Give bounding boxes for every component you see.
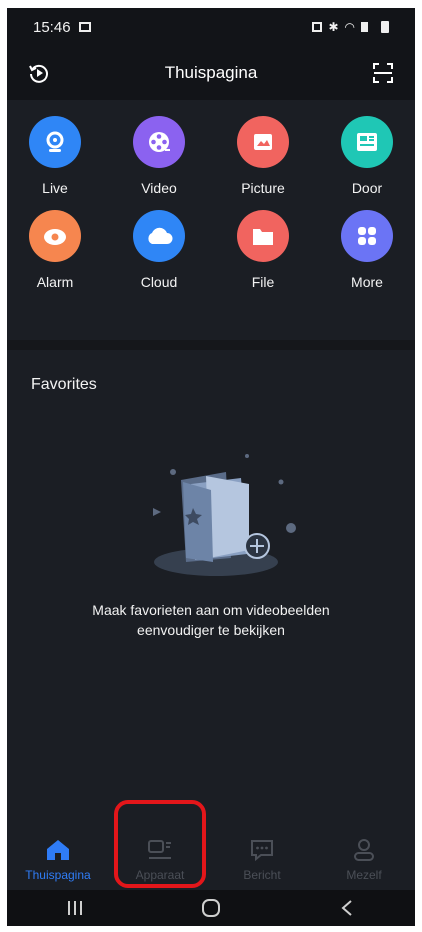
grid-label: Picture xyxy=(241,180,285,196)
grid-item-picture[interactable]: Picture xyxy=(211,116,315,196)
tab-thuispagina[interactable]: Thuispagina xyxy=(7,828,109,890)
playback-icon[interactable] xyxy=(27,61,51,85)
favorites-section: Favorites Maak favorieten aan om videobe… xyxy=(7,350,415,835)
film-reel-icon xyxy=(133,116,185,168)
grid-item-live[interactable]: Live xyxy=(7,116,107,196)
scan-icon[interactable] xyxy=(371,61,395,85)
gallery-notification-icon xyxy=(78,22,91,32)
tab-label: Bericht xyxy=(243,868,281,882)
empty-state-line-1: Maak favorieten aan om videobeelden xyxy=(92,602,330,618)
grid-item-more[interactable]: More xyxy=(315,210,415,290)
wifi-icon: ◠ xyxy=(344,20,355,34)
home-button-icon[interactable] xyxy=(196,898,226,918)
page-title: Thuispagina xyxy=(164,63,258,82)
grid-label: Alarm xyxy=(36,274,74,290)
camera-icon xyxy=(29,116,81,168)
folder-icon xyxy=(237,210,289,262)
grid-item-cloud[interactable]: Cloud xyxy=(107,210,211,290)
alarm-icon xyxy=(29,210,81,262)
tab-mezelf[interactable]: Mezelf xyxy=(313,828,415,890)
status-time: 15:46 xyxy=(33,18,71,36)
highlight-annotation xyxy=(114,800,206,888)
signal-icon xyxy=(361,22,375,32)
tab-label: Thuispagina xyxy=(25,868,91,882)
favorites-title: Favorites xyxy=(31,376,97,393)
grid-item-video[interactable]: Video xyxy=(107,116,211,196)
empty-state-line-2: eenvoudiger te bekijken xyxy=(137,622,285,638)
grid-label: Video xyxy=(141,180,177,196)
message-icon xyxy=(251,840,273,862)
grid-label: More xyxy=(351,274,383,290)
grid-label: Live xyxy=(42,180,68,196)
function-grid: Live Video Picture Door Alarm Cloud File… xyxy=(7,100,415,340)
intercom-icon xyxy=(341,116,393,168)
recent-apps-icon[interactable] xyxy=(60,898,90,918)
phone-screen: 15:46 ✱ ◠ Thuispagina Live Video Picture… xyxy=(7,8,415,926)
battery-icon xyxy=(381,21,389,33)
tab-label: Mezelf xyxy=(346,868,382,882)
grid-label: Door xyxy=(351,180,383,196)
grid-item-file[interactable]: File xyxy=(211,210,315,290)
cloud-icon xyxy=(133,210,185,262)
image-icon xyxy=(237,116,289,168)
back-icon[interactable] xyxy=(332,898,362,918)
tab-bericht[interactable]: Bericht xyxy=(211,828,313,890)
profile-icon xyxy=(354,839,374,861)
grid-label: File xyxy=(251,274,275,290)
top-bar: Thuispagina xyxy=(7,46,415,100)
android-nav-bar xyxy=(7,890,415,926)
apps-icon xyxy=(341,210,393,262)
home-icon xyxy=(47,840,69,860)
empty-folder-illustration xyxy=(153,454,296,576)
status-bar: 15:46 ✱ ◠ xyxy=(7,8,415,46)
grid-item-door[interactable]: Door xyxy=(315,116,415,196)
empty-state-message: Maak favorieten aan om videobeelden eenv… xyxy=(7,600,415,640)
lock-icon xyxy=(312,22,323,32)
grid-label: Cloud xyxy=(140,274,178,290)
grid-item-alarm[interactable]: Alarm xyxy=(7,210,107,290)
bluetooth-icon: ✱ xyxy=(328,20,339,34)
bottom-tab-bar: Thuispagina Apparaat Bericht Mezelf xyxy=(7,828,415,890)
section-divider xyxy=(7,340,415,350)
